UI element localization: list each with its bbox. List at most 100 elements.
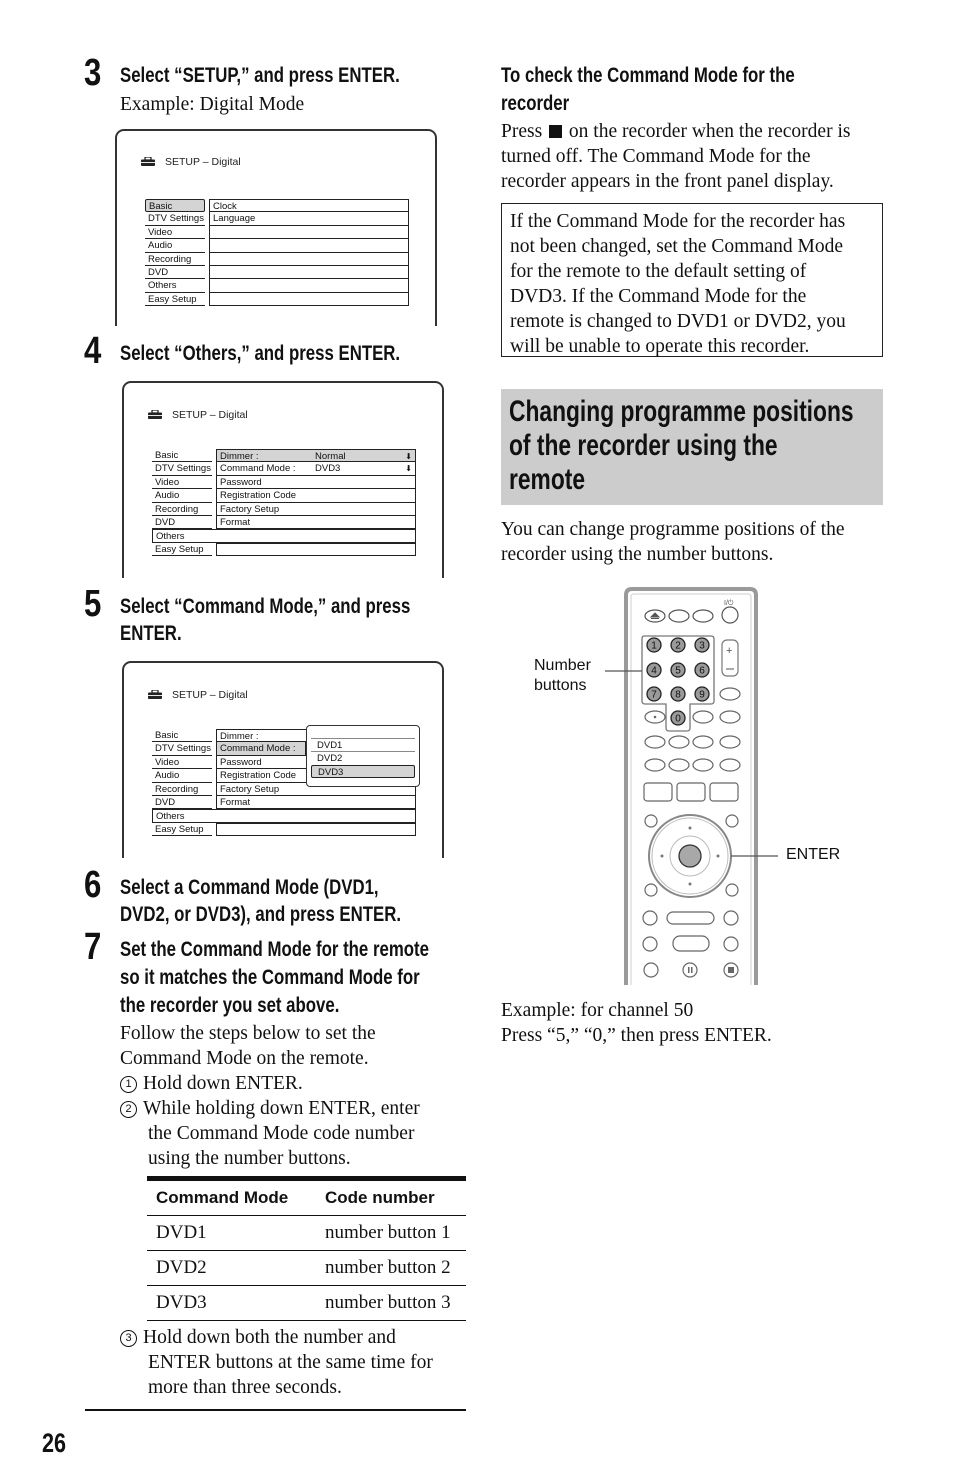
menu-item-dvd[interactable]: DVD	[145, 266, 205, 280]
check-text-press: Press	[501, 121, 543, 142]
example-line1: Example: for channel 50	[501, 1000, 694, 1021]
menu-item-easy-setup[interactable]: Easy Setup	[152, 823, 212, 837]
scroll-arrow-icon: ⬇	[405, 464, 412, 474]
check-heading-line1: To check the Command Mode for the	[501, 64, 795, 87]
note-box: If the Command Mode for the recorder has…	[501, 203, 883, 357]
section-intro-line2: recorder using the number buttons.	[501, 544, 774, 565]
setup-screen-step3: SETUP – Digital Basic DTV Settings Video Au…	[115, 129, 437, 326]
menu-item-basic[interactable]: Basic	[152, 449, 212, 463]
step-7-heading-line3: the recorder you set above.	[120, 994, 340, 1017]
substep-3-line2: ENTER buttons at the same time for	[148, 1352, 433, 1373]
submenu-row: Format	[216, 796, 416, 810]
top-button	[692, 609, 714, 623]
step-5-heading-line2: ENTER.	[120, 622, 182, 645]
submenu-row: Language	[209, 212, 409, 226]
setting-label: Password	[220, 476, 262, 488]
option-dvd3[interactable]: DVD3	[311, 764, 415, 778]
setting-value: Normal	[315, 451, 346, 462]
step-number-6: 6	[84, 864, 102, 906]
remote-body	[624, 587, 758, 985]
table-cell: DVD3	[147, 1285, 316, 1321]
toolbox-icon	[148, 690, 162, 699]
step-number-5: 5	[84, 583, 102, 625]
setup-screen-step4: SETUP – Digital Basic DTV Settings Video Au…	[122, 381, 444, 578]
menu-item-others[interactable]: Others	[152, 529, 416, 543]
number-key-label: 6	[699, 666, 705, 677]
check-heading-line2: recorder	[501, 92, 570, 115]
menu-item-dvd[interactable]: DVD	[152, 516, 212, 530]
toolbox-icon	[141, 157, 155, 166]
substep-2-line3: using the number buttons.	[148, 1148, 351, 1169]
submenu-row[interactable]: Factory Setup	[216, 502, 416, 516]
menu-item-others[interactable]: Others	[145, 279, 205, 293]
substep-1-text: Hold down ENTER.	[143, 1073, 303, 1094]
scroll-arrow-icon: ⬇	[405, 452, 412, 461]
section-intro-line1: You can change programme positions of th…	[501, 519, 845, 540]
submenu-row: Clock	[209, 199, 409, 213]
submenu-row[interactable]: Format	[216, 516, 416, 530]
menu-item-recording[interactable]: Recording	[152, 783, 212, 796]
setting-label: Factory Setup	[220, 503, 280, 515]
table-cell: DVD2	[147, 1250, 316, 1286]
number-key-label: 3	[699, 641, 705, 652]
menu-item-easy-setup[interactable]: Easy Setup	[152, 543, 212, 557]
top-button	[668, 609, 690, 623]
table-cell: DVD1	[147, 1215, 316, 1251]
menu-item-dtv-settings[interactable]: DTV Settings	[152, 742, 212, 756]
submenu-row[interactable]: Registration Code	[216, 489, 416, 503]
table-row: DVD3 number button 3	[147, 1285, 466, 1321]
table-cell: number button 3	[316, 1285, 466, 1321]
step-7-heading-line2: so it matches the Command Mode for	[120, 966, 420, 989]
menu-item-video[interactable]: Video	[145, 226, 205, 240]
step-6-heading-line1: Select a Command Mode (DVD1,	[120, 876, 379, 899]
power-icon: I/⏻	[724, 599, 734, 607]
menu-item-others[interactable]: Others	[152, 809, 416, 823]
menu-item-audio[interactable]: Audio	[152, 489, 212, 503]
number-key-label: 5	[675, 666, 681, 677]
menu-item-basic[interactable]: Basic	[152, 729, 212, 743]
table-cell: number button 2	[316, 1250, 466, 1286]
power-button	[721, 606, 739, 624]
menu-item-recording[interactable]: Recording	[145, 253, 205, 266]
screen-title: SETUP – Digital	[172, 689, 248, 701]
substep-1: 1 Hold down ENTER.	[120, 1071, 303, 1096]
note-line: not been changed, set the Command Mode	[510, 236, 844, 257]
step-6-heading-line2: DVD2, or DVD3), and press ENTER.	[120, 903, 401, 926]
menu-item-audio[interactable]: Audio	[145, 239, 205, 253]
option-dvd2[interactable]: DVD2	[311, 751, 415, 764]
setting-label: Registration Code	[220, 490, 297, 502]
number-key-label: 9	[699, 690, 705, 701]
circled-number-3: 3	[120, 1330, 137, 1347]
menu-item-video[interactable]: Video	[152, 756, 212, 770]
setting-label: Dimmer :	[220, 451, 259, 462]
number-key-label: 8	[675, 690, 681, 701]
table-header: Code number	[316, 1176, 466, 1216]
submenu-row[interactable]: Password	[216, 475, 416, 490]
option-dvd1[interactable]: DVD1	[311, 738, 415, 751]
number-buttons-label-line2: buttons	[534, 677, 587, 694]
menu-item-dvd[interactable]: DVD	[152, 796, 212, 810]
menu-item-recording[interactable]: Recording	[152, 503, 212, 516]
note-line: remote is changed to DVD1 or DVD2, you	[510, 311, 846, 332]
menu-item-video[interactable]: Video	[152, 476, 212, 490]
submenu-row[interactable]: Dimmer : Normal ⬇	[216, 449, 416, 463]
step-number-3: 3	[84, 52, 102, 94]
menu-item-dtv-settings[interactable]: DTV Settings	[152, 462, 212, 476]
table-row: DVD1 number button 1	[147, 1215, 466, 1251]
menu-item-basic[interactable]: Basic	[145, 199, 205, 213]
substep-3-line3: more than three seconds.	[148, 1377, 342, 1398]
menu-item-dtv-settings[interactable]: DTV Settings	[145, 212, 205, 226]
substep-2-text: While holding down ENTER, enter	[143, 1098, 420, 1119]
menu-item-audio[interactable]: Audio	[152, 769, 212, 783]
menu-item-easy-setup[interactable]: Easy Setup	[145, 293, 205, 307]
eject-icon	[649, 612, 661, 619]
section-title-line: Changing programme positions	[509, 395, 854, 428]
submenu-row[interactable]: Command Mode : DVD3 ⬇	[216, 462, 416, 476]
table-header: Command Mode	[147, 1176, 316, 1216]
note-line: If the Command Mode for the recorder has	[510, 211, 846, 232]
submenu-row	[209, 279, 409, 293]
number-key-label: 0	[675, 714, 681, 725]
section-end-divider	[85, 1409, 466, 1411]
setting-value: DVD3	[315, 463, 341, 475]
check-text-line3: recorder appears in the front panel disp…	[501, 171, 834, 192]
